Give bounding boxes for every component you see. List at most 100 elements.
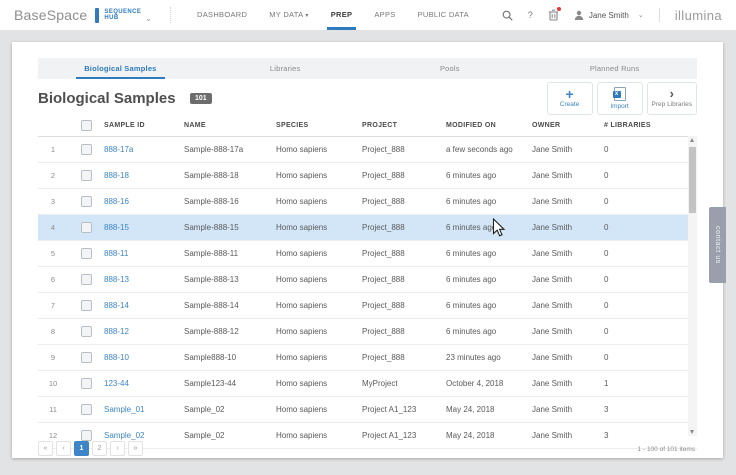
page-prev-button[interactable]: ‹ xyxy=(56,441,71,456)
table-row[interactable]: 8888-12Sample-888-12Homo sapiensProject_… xyxy=(38,319,697,345)
prep-libraries-button[interactable]: ›Prep Libraries xyxy=(647,82,697,115)
modified-on: 6 minutes ago xyxy=(446,223,532,232)
content-card: Biological SamplesLibrariesPoolsPlanned … xyxy=(12,42,723,458)
modified-on: 6 minutes ago xyxy=(446,301,532,310)
table-row[interactable]: 1888-17aSample-888-17aHomo sapiensProjec… xyxy=(38,137,697,163)
contact-us-tab[interactable]: contact us xyxy=(709,207,726,283)
column-header-modified-on[interactable]: MODIFIED ON xyxy=(446,122,532,129)
user-menu[interactable]: Jane Smith ⌄ xyxy=(574,10,644,20)
tab-biological-samples[interactable]: Biological Samples xyxy=(38,58,203,79)
row-checkbox[interactable] xyxy=(81,300,92,311)
row-checkbox-cell xyxy=(68,404,104,415)
table-scrollbar[interactable] xyxy=(688,136,697,436)
row-checkbox[interactable] xyxy=(81,248,92,259)
owner: Jane Smith xyxy=(532,275,604,284)
scroll-up-icon[interactable] xyxy=(688,136,697,145)
row-checkbox[interactable] xyxy=(81,378,92,389)
nav-item-my-data[interactable]: MY DATA▾ xyxy=(258,0,320,30)
libraries-count: 0 xyxy=(604,327,664,336)
project: Project_888 xyxy=(362,145,446,154)
page-button-2[interactable]: 2 xyxy=(92,441,107,456)
row-checkbox[interactable] xyxy=(81,404,92,415)
sample-id-link[interactable]: 888-10 xyxy=(104,353,184,362)
search-icon[interactable] xyxy=(502,10,513,21)
sample-id-link[interactable]: 888-13 xyxy=(104,275,184,284)
illumina-logo: illumina xyxy=(675,8,722,23)
row-checkbox[interactable] xyxy=(81,326,92,337)
sample-name: Sample_02 xyxy=(184,405,276,414)
select-all-checkbox[interactable] xyxy=(81,120,92,131)
table-body: 1888-17aSample-888-17aHomo sapiensProjec… xyxy=(38,137,697,449)
table-row[interactable]: 4888-15Sample-888-15Homo sapiensProject_… xyxy=(38,215,697,241)
row-checkbox[interactable] xyxy=(81,196,92,207)
trash-icon[interactable] xyxy=(548,9,559,21)
sample-id-link[interactable]: 888-15 xyxy=(104,223,184,232)
owner: Jane Smith xyxy=(532,249,604,258)
column-header-sample-id[interactable]: SAMPLE ID xyxy=(104,122,184,129)
owner: Jane Smith xyxy=(532,431,604,440)
row-number: 11 xyxy=(38,405,68,414)
nav-item-prep[interactable]: PREP xyxy=(320,0,364,30)
column-header-species[interactable]: SPECIES xyxy=(276,122,362,129)
table-row[interactable]: 10123-44Sample123-44Homo sapiensMyProjec… xyxy=(38,371,697,397)
libraries-count: 0 xyxy=(604,171,664,180)
column-header--libraries[interactable]: # LIBRARIES xyxy=(604,122,664,129)
product-chevron-down-icon[interactable]: ⌄ xyxy=(145,14,152,23)
row-checkbox[interactable] xyxy=(81,352,92,363)
import-button[interactable]: xImport xyxy=(597,82,643,115)
scrollbar-thumb[interactable] xyxy=(689,147,696,213)
sample-id-link[interactable]: Sample_01 xyxy=(104,405,184,414)
scroll-down-icon[interactable] xyxy=(688,427,697,436)
sample-id-link[interactable]: 888-16 xyxy=(104,197,184,206)
row-number: 1 xyxy=(38,145,68,154)
row-checkbox-cell xyxy=(68,274,104,285)
table-row[interactable]: 9888-10Sample888-10Homo sapiensProject_8… xyxy=(38,345,697,371)
row-checkbox[interactable] xyxy=(81,430,92,441)
tab-pools[interactable]: Pools xyxy=(368,58,533,79)
table-row[interactable]: 5888-11Sample-888-11Homo sapiensProject_… xyxy=(38,241,697,267)
table-row[interactable]: 2888-18Sample-888-18Homo sapiensProject_… xyxy=(38,163,697,189)
tab-libraries[interactable]: Libraries xyxy=(203,58,368,79)
nav-item-public-data[interactable]: PUBLIC DATA xyxy=(407,0,480,30)
row-checkbox[interactable] xyxy=(81,144,92,155)
species: Homo sapiens xyxy=(276,249,362,258)
nav-item-apps[interactable]: APPS xyxy=(363,0,406,30)
basespace-logo[interactable]: BaseSpace xyxy=(14,7,87,23)
species: Homo sapiens xyxy=(276,223,362,232)
column-header-project[interactable]: PROJECT xyxy=(362,122,446,129)
row-checkbox[interactable] xyxy=(81,170,92,181)
project: Project A1_123 xyxy=(362,431,446,440)
species: Homo sapiens xyxy=(276,171,362,180)
row-number: 7 xyxy=(38,301,68,310)
page-last-button[interactable]: » xyxy=(128,441,143,456)
table-row[interactable]: 3888-16Sample-888-16Homo sapiensProject_… xyxy=(38,189,697,215)
sample-id-link[interactable]: 888-17a xyxy=(104,145,184,154)
sample-id-link[interactable]: 888-14 xyxy=(104,301,184,310)
create-button[interactable]: +Create xyxy=(547,82,593,115)
excel-import-icon: x xyxy=(614,87,626,101)
column-header-name[interactable]: NAME xyxy=(184,122,276,129)
tab-planned-runs[interactable]: Planned Runs xyxy=(532,58,697,79)
table-row[interactable]: 7888-14Sample-888-14Homo sapiensProject_… xyxy=(38,293,697,319)
help-icon[interactable]: ? xyxy=(528,10,533,20)
sample-name: Sample-888-18 xyxy=(184,171,276,180)
sample-id-link[interactable]: 888-18 xyxy=(104,171,184,180)
sample-id-link[interactable]: 888-12 xyxy=(104,327,184,336)
sample-id-link[interactable]: 888-11 xyxy=(104,249,184,258)
species: Homo sapiens xyxy=(276,197,362,206)
page-first-button[interactable]: « xyxy=(38,441,53,456)
sample-id-link[interactable]: 123-44 xyxy=(104,379,184,388)
page-button-1[interactable]: 1 xyxy=(74,441,89,456)
row-checkbox-cell xyxy=(68,248,104,259)
nav-item-dashboard[interactable]: DASHBOARD xyxy=(186,0,258,30)
plus-icon: + xyxy=(565,89,573,99)
page-next-button[interactable]: › xyxy=(110,441,125,456)
column-header-owner[interactable]: OWNER xyxy=(532,122,604,129)
table-row[interactable]: 11Sample_01Sample_02Homo sapiensProject … xyxy=(38,397,697,423)
species: Homo sapiens xyxy=(276,145,362,154)
row-checkbox[interactable] xyxy=(81,222,92,233)
row-checkbox[interactable] xyxy=(81,274,92,285)
sample-id-link[interactable]: Sample_02 xyxy=(104,431,184,440)
product-name[interactable]: SEQUENCE HUB xyxy=(104,9,141,22)
table-row[interactable]: 6888-13Sample-888-13Homo sapiensProject_… xyxy=(38,267,697,293)
